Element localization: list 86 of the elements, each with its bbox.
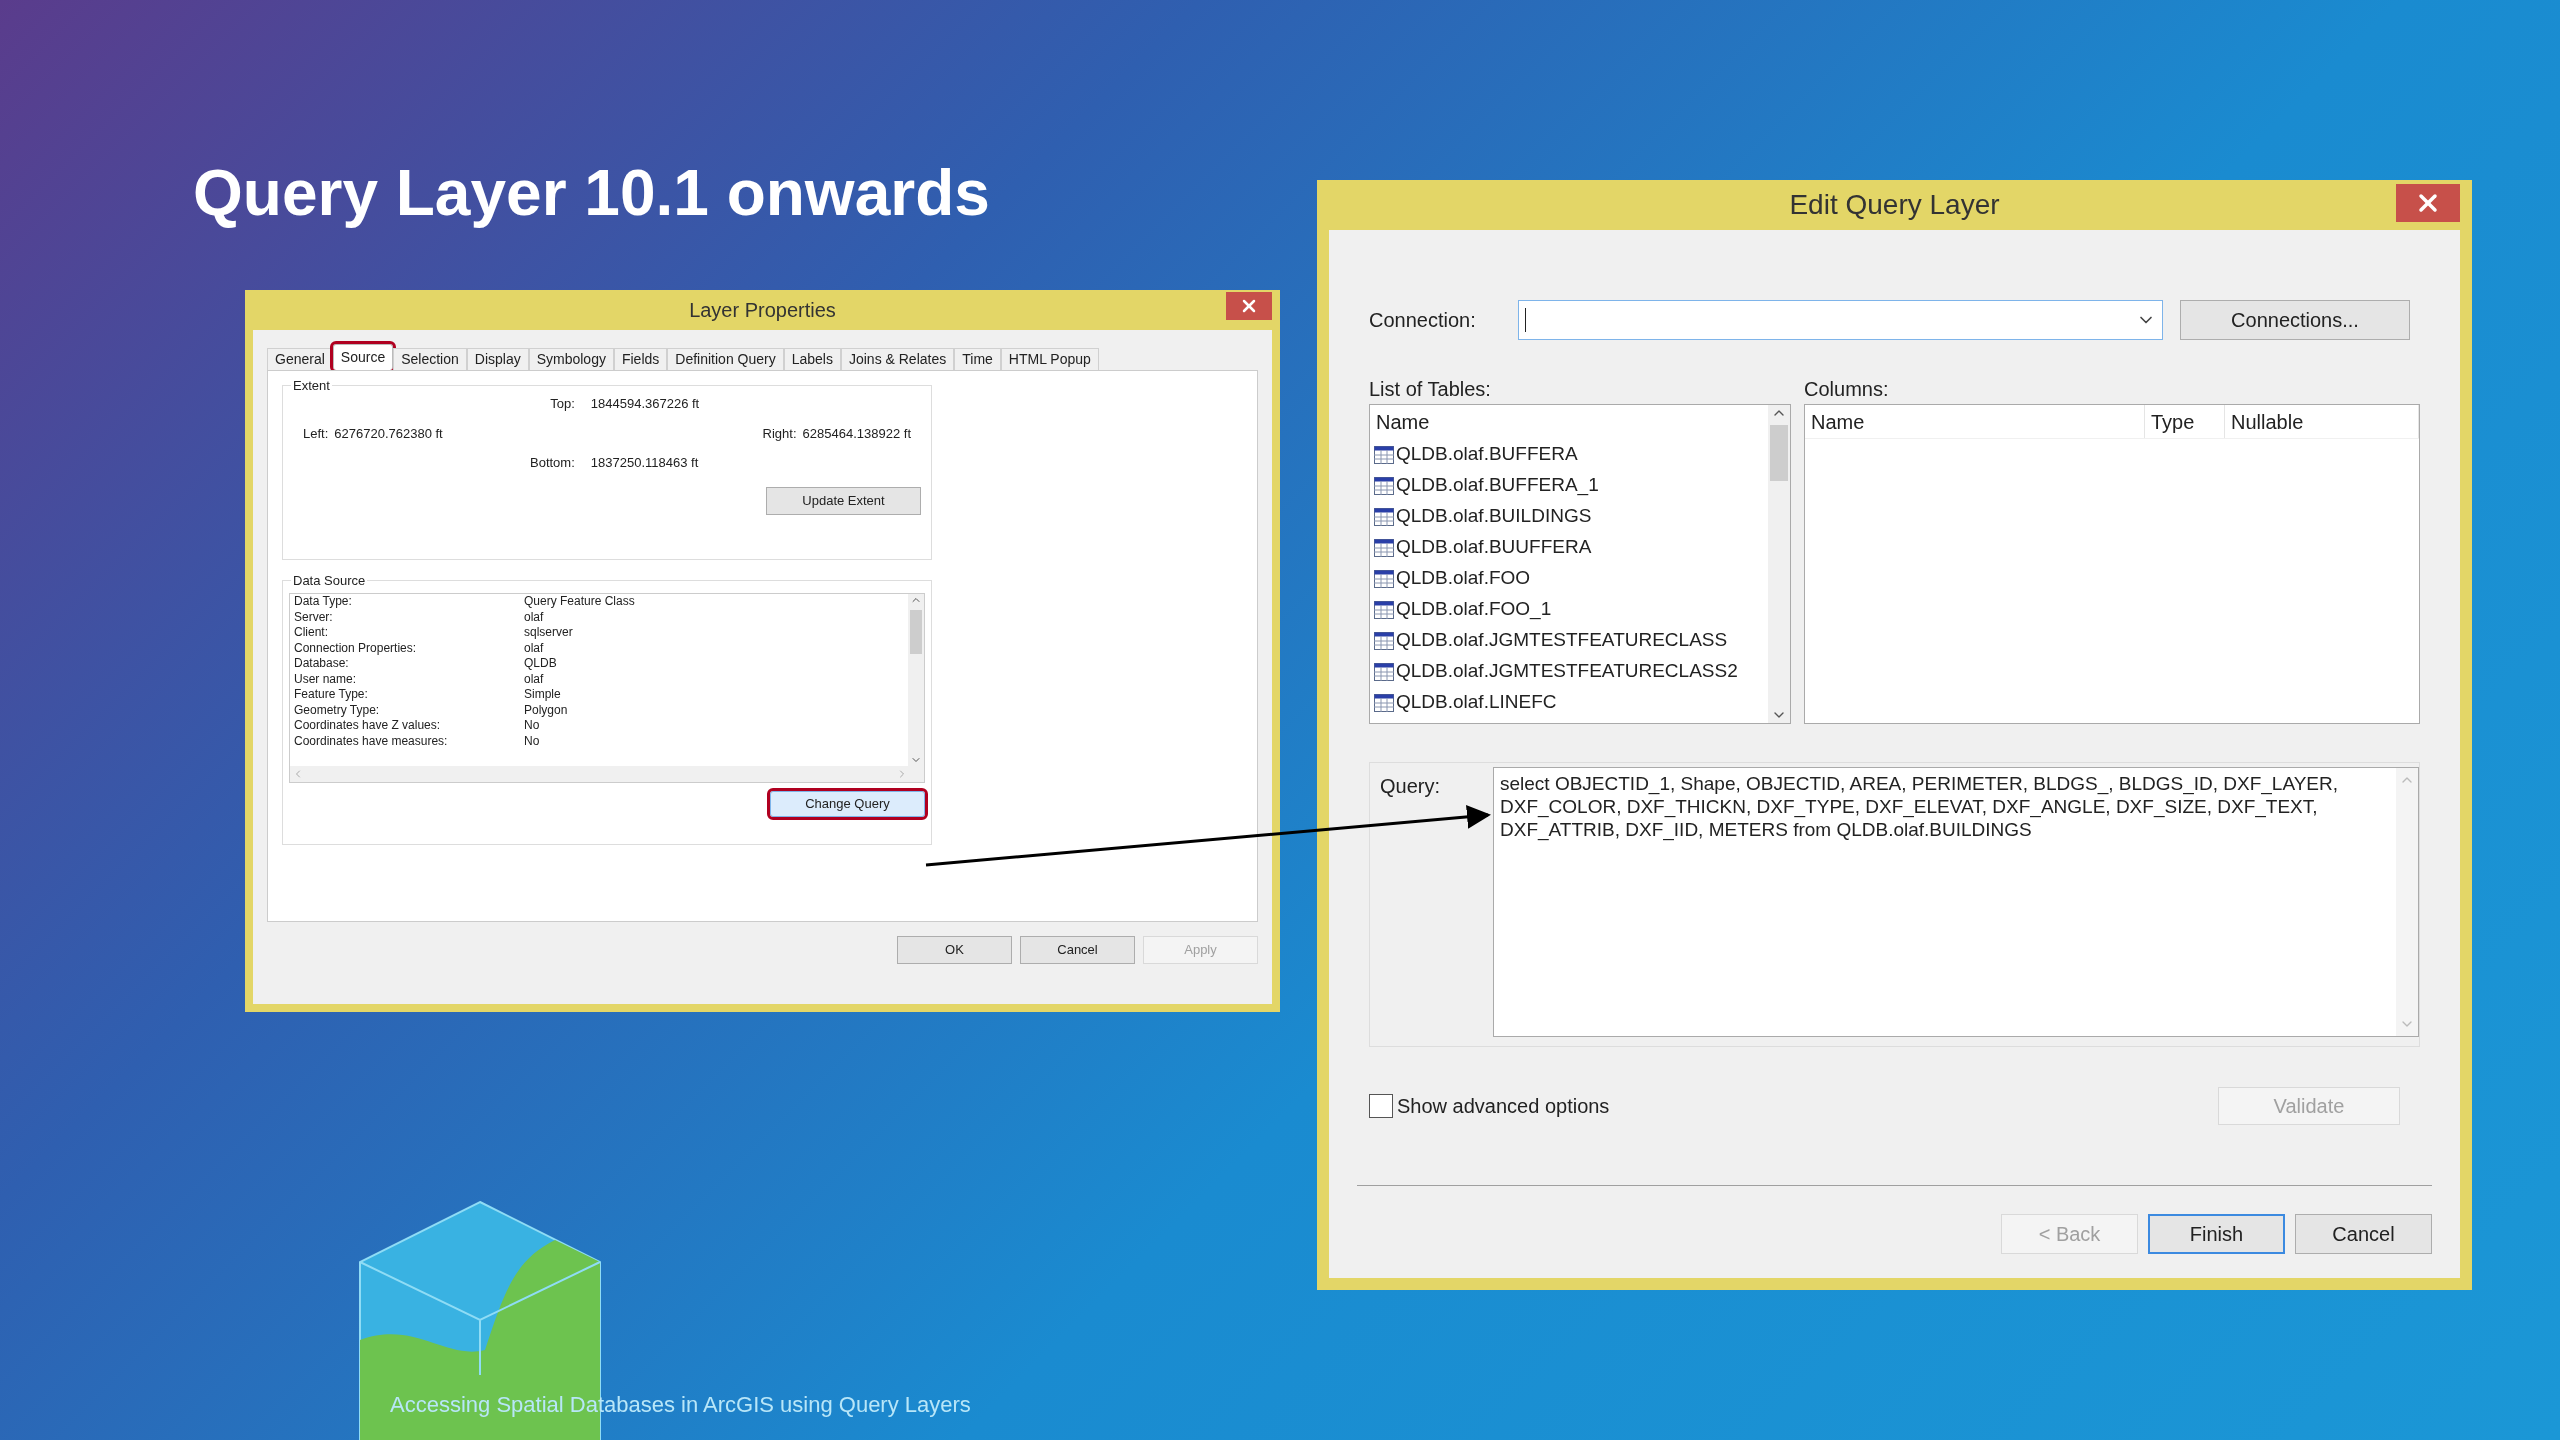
table-list-item[interactable]: QLDB.olaf.BUFFERA_1 xyxy=(1370,470,1768,501)
tab[interactable]: Symbology xyxy=(528,348,614,370)
property-value: Query Feature Class xyxy=(524,594,635,610)
connections-button[interactable]: Connections... xyxy=(2180,300,2410,340)
table-icon xyxy=(1374,538,1394,557)
table-list-item[interactable]: QLDB.olaf.BUILDINGS xyxy=(1370,501,1768,532)
checkbox[interactable] xyxy=(1369,1094,1393,1118)
bottom-label: Bottom: xyxy=(529,454,575,472)
tab[interactable]: Definition Query xyxy=(667,348,784,370)
horizontal-scrollbar[interactable] xyxy=(290,766,924,782)
table-icon xyxy=(1374,693,1394,712)
close-button[interactable] xyxy=(2396,184,2460,222)
property-value: sqlserver xyxy=(524,625,573,641)
checkbox-label: Show advanced options xyxy=(1397,1094,1610,1119)
query-text: select OBJECTID_1, Shape, OBJECTID, AREA, PERIMETER, BLDGS_, BLDGS_ID, DXF_LAYER, DXF_COLOR, DXF_THICKN, DXF_TYPE, DXF_ELEVAT, DXF_ANGLE, DXF_SIZE, DXF_TEXT, DXF_ATTRIB, DXF_IID, METERS from QLDB.olaf.BUILDINGS xyxy=(1499,772,2340,843)
window-title: Edit Query Layer xyxy=(1789,188,2000,222)
window-title: Layer Properties xyxy=(689,298,836,323)
top-label: Top: xyxy=(549,395,575,413)
right-label: Right: xyxy=(762,424,797,443)
property-name: Data Type: xyxy=(294,594,353,610)
tab[interactable]: Selection xyxy=(393,348,467,370)
query-label: Query: xyxy=(1380,774,1442,799)
dialog-button[interactable]: OK xyxy=(897,936,1012,964)
column-header[interactable]: Name xyxy=(1805,405,2145,438)
table-icon xyxy=(1374,600,1394,619)
connection-label: Connection: xyxy=(1369,308,1477,333)
tab[interactable]: Display xyxy=(466,348,529,370)
property-value: No xyxy=(524,718,540,734)
property-value: QLDB xyxy=(524,656,557,672)
property-name: Coordinates have Z values: xyxy=(294,718,442,734)
table-list-item[interactable]: QLDB.olaf.FOO_1 xyxy=(1370,594,1768,625)
slide-title: Query Layer 10.1 onwards xyxy=(193,156,990,231)
list-label: Columns: xyxy=(1804,377,1890,402)
table-list-item[interactable]: QLDB.olaf.JGMTESTFEATURECLASS2 xyxy=(1370,656,1768,687)
property-name: Coordinates have measures: xyxy=(294,733,449,749)
table-icon xyxy=(1374,631,1394,650)
column-header[interactable]: Nullable xyxy=(2225,405,2419,438)
table-icon xyxy=(1374,445,1394,464)
top-value: 1844594.367226 ft xyxy=(590,395,700,413)
table-icon xyxy=(1374,507,1394,526)
property-value: No xyxy=(524,733,540,749)
property-value: olaf xyxy=(524,671,544,687)
scrollbar[interactable] xyxy=(908,594,924,766)
table-list-item[interactable]: QLDB.olaf.BUFFERA xyxy=(1370,439,1768,470)
property-value: Simple xyxy=(524,687,561,703)
property-name: Connection Properties: xyxy=(294,640,418,656)
scrollbar[interactable] xyxy=(1768,405,1790,723)
list-label: List of Tables: xyxy=(1369,377,1492,402)
tab[interactable]: HTML Popup xyxy=(1000,348,1099,370)
tab[interactable]: Time xyxy=(954,348,1001,370)
table-list-item[interactable]: QLDB.olaf.JGMTESTFEATURECLASS xyxy=(1370,625,1768,656)
property-name: Geometry Type: xyxy=(294,702,381,718)
property-value: olaf xyxy=(524,640,544,656)
right-value: 6285464.138922 ft xyxy=(802,424,911,443)
property-name: Feature Type: xyxy=(294,687,369,703)
property-name: User name: xyxy=(294,671,358,687)
scrollbar-thumb[interactable] xyxy=(910,610,922,654)
dialog-button[interactable]: Cancel xyxy=(1020,936,1135,964)
tab[interactable]: Labels xyxy=(783,348,841,370)
tab[interactable]: Joins & Relates xyxy=(840,348,955,370)
bottom-value: 1837250.118463 ft xyxy=(590,454,699,472)
left-label: Left: xyxy=(303,424,329,443)
property-value: olaf xyxy=(524,609,544,625)
table-icon xyxy=(1374,569,1394,588)
close-button[interactable] xyxy=(1226,292,1272,320)
table-icon xyxy=(1374,662,1394,681)
column-header: Name xyxy=(1375,410,1431,435)
table-list-item[interactable]: QLDB.olaf.FOO xyxy=(1370,563,1768,594)
table-list-item[interactable]: QLDB.olaf.BUUFFERA xyxy=(1370,532,1768,563)
property-name: Database: xyxy=(294,656,350,672)
scrollbar-thumb[interactable] xyxy=(1770,425,1788,481)
column-header[interactable]: Type xyxy=(2145,405,2225,438)
dialog-button[interactable]: Cancel xyxy=(2295,1214,2432,1254)
property-value: Polygon xyxy=(524,702,568,718)
connection-dropdown[interactable] xyxy=(1518,300,2163,340)
property-name: Server: xyxy=(294,609,334,625)
update-extent-button[interactable]: Update Extent xyxy=(766,486,921,515)
dialog-button[interactable]: Finish xyxy=(2148,1214,2285,1254)
table-icon xyxy=(1374,476,1394,495)
tab[interactable]: Source xyxy=(332,344,394,370)
property-name: Client: xyxy=(294,625,329,641)
tab[interactable]: Fields xyxy=(613,348,668,370)
change-query-button[interactable]: Change Query xyxy=(770,791,925,817)
table-list-item[interactable]: QLDB.olaf.LINEFC xyxy=(1370,687,1768,718)
tab[interactable]: General xyxy=(267,348,333,370)
left-value: 6276720.762380 ft xyxy=(334,424,443,443)
